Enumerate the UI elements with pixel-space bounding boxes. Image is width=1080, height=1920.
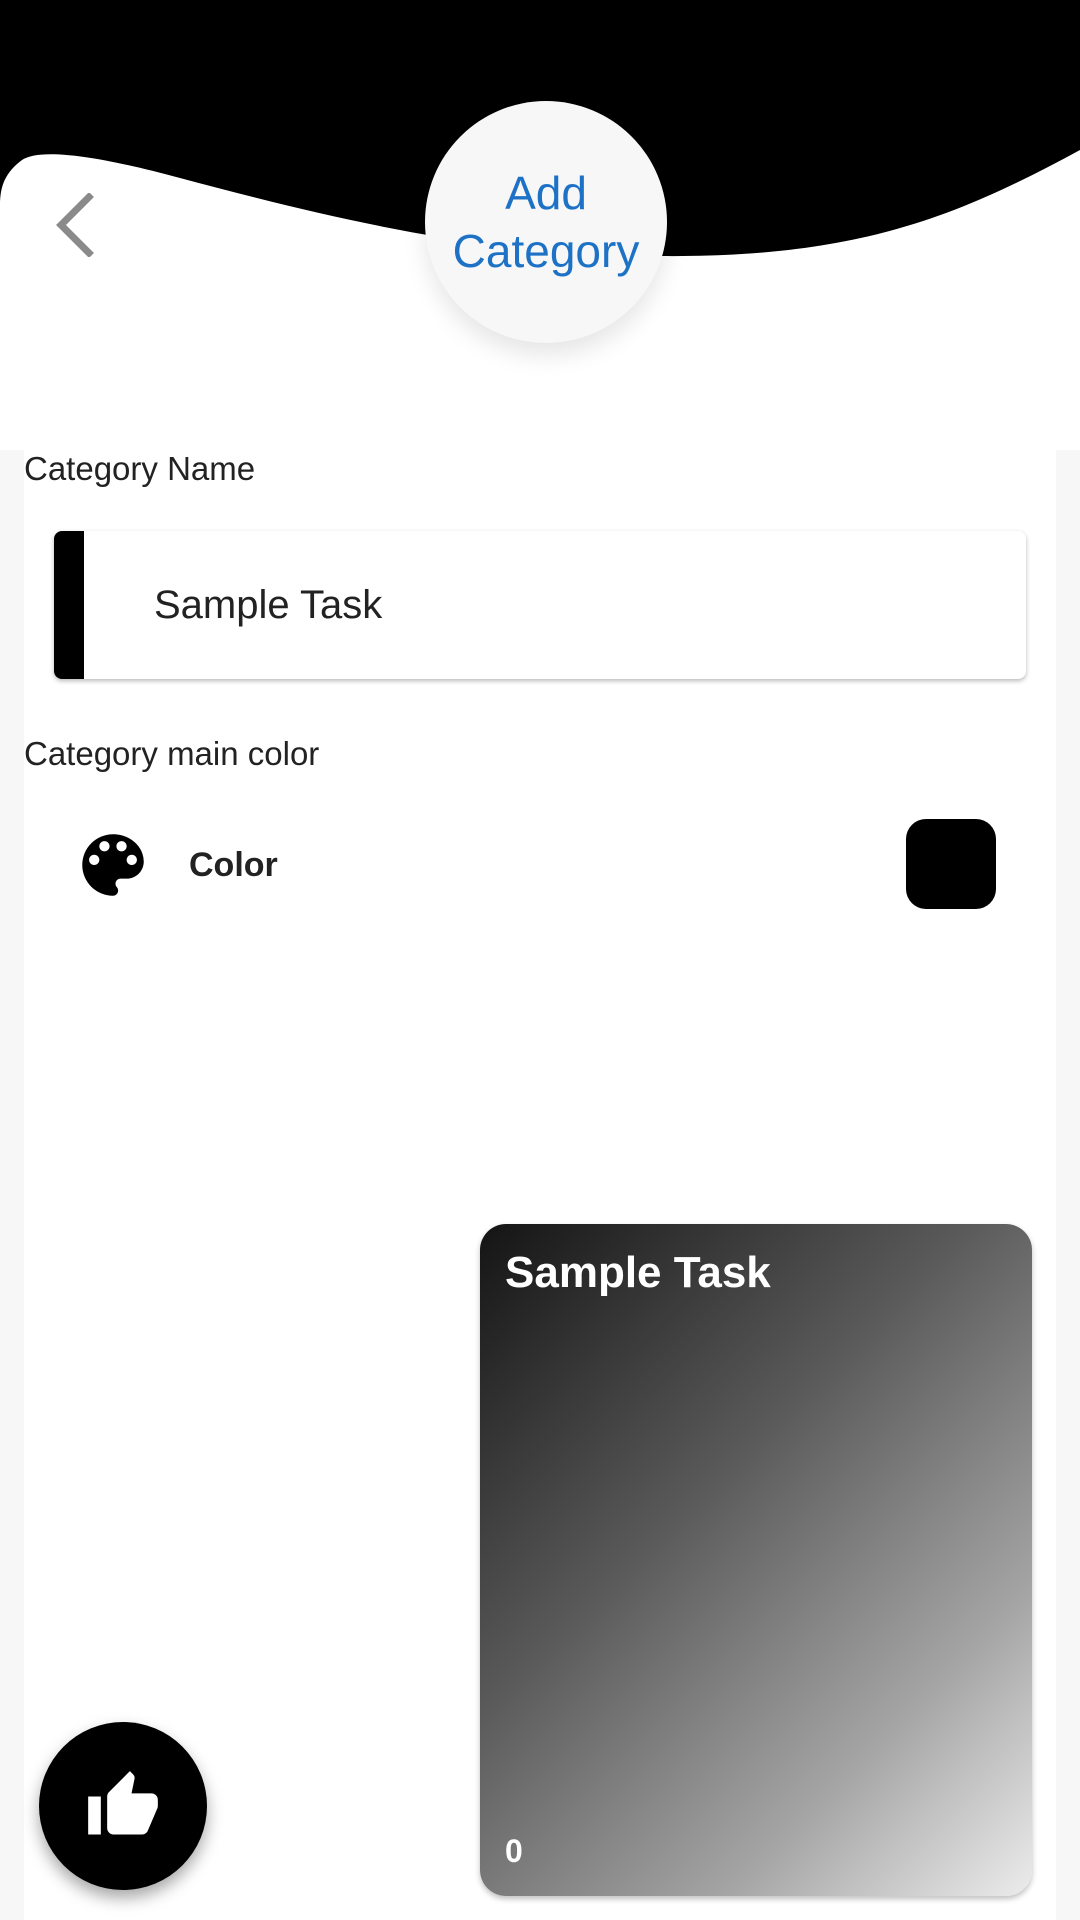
- left-margin-strip: [0, 450, 24, 1920]
- page-title: Add Category: [452, 167, 640, 277]
- thumb-up-icon: [88, 1771, 158, 1835]
- color-picker-row[interactable]: Color: [54, 800, 1026, 930]
- palette-icon: [82, 834, 144, 896]
- category-name-label: Category Name: [24, 450, 256, 487]
- preview-card-title: Sample Task: [505, 1248, 771, 1297]
- title-badge: Add Category: [425, 101, 667, 343]
- color-item-label: Color: [189, 845, 278, 884]
- category-name-value[interactable]: Sample Task: [154, 531, 382, 679]
- selected-color-swatch[interactable]: [906, 819, 996, 909]
- right-margin-strip: [1056, 450, 1080, 1920]
- category-name-field[interactable]: Sample Task: [54, 531, 1026, 679]
- chevron-left-icon: [56, 193, 94, 257]
- category-color-label: Category main color: [24, 735, 320, 772]
- field-color-accent: [54, 531, 84, 679]
- preview-card-count: 0: [505, 1833, 523, 1869]
- category-preview-card[interactable]: Sample Task 0: [480, 1224, 1032, 1896]
- confirm-fab-button[interactable]: [39, 1722, 207, 1890]
- back-button[interactable]: [40, 185, 110, 265]
